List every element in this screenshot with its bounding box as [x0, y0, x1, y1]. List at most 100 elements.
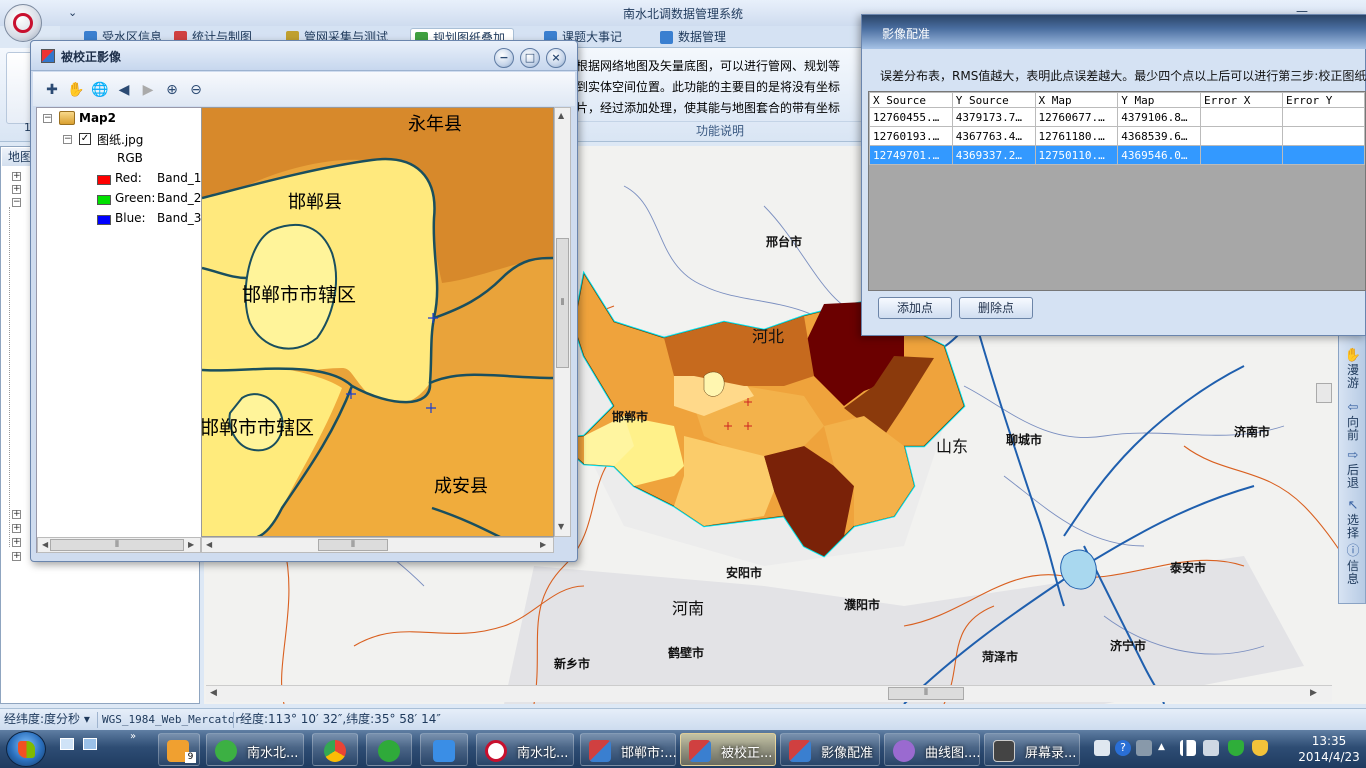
app-logo-icon	[13, 13, 33, 33]
scroll-down-icon[interactable]: ▼	[558, 522, 564, 531]
column-header[interactable]: Error X	[1200, 92, 1283, 108]
restore-button[interactable]: □	[520, 48, 540, 68]
grid-cell	[1200, 126, 1283, 146]
tree-expander[interactable]: +	[12, 538, 21, 547]
window-icon	[41, 49, 55, 63]
table-row-selected[interactable]: 12749701.… 4369337.2… 12750110.… 4369546…	[869, 145, 1365, 165]
scroll-right-icon[interactable]: ▶	[1310, 688, 1317, 698]
pan-tool[interactable]: ✋	[67, 81, 85, 99]
source-image-titlebar[interactable]: 被校正影像 − □ ×	[31, 41, 577, 71]
taskbar-item-app[interactable]: 南水北...	[206, 733, 304, 766]
map-label: 濮阳市	[844, 598, 881, 612]
map-vertical-scroll-thumb[interactable]	[1316, 383, 1332, 403]
coordinate-unit-dropdown[interactable]: 经纬度:度分秒 ▾	[4, 709, 90, 730]
tray-expand-icon[interactable]: ▲	[1158, 742, 1165, 752]
georeference-titlebar[interactable]: 影像配准	[862, 15, 1366, 49]
column-header[interactable]: Y Map	[1117, 92, 1201, 108]
app-menu-button[interactable]	[4, 4, 42, 42]
zoom-out-tool[interactable]: ⊖	[187, 81, 205, 99]
taskbar-item-app-main[interactable]: 南水北...	[476, 733, 574, 766]
taskbar-item-refresh[interactable]	[366, 733, 412, 766]
zoom-in-tool[interactable]: ⊕	[163, 81, 181, 99]
forward-tool[interactable]: ▶	[139, 81, 157, 99]
taskbar-item-paint[interactable]: 9	[158, 733, 200, 766]
grid-cell	[1281, 107, 1365, 127]
forward-tool-button[interactable]: ⇦ 向前	[1343, 401, 1363, 442]
tree-expander[interactable]: +	[12, 185, 21, 194]
tree-expander[interactable]: +	[12, 510, 21, 519]
scroll-right-icon[interactable]: ▶	[540, 540, 546, 549]
delete-point-button[interactable]: 删除点	[959, 297, 1033, 319]
arrow-right-icon: ⇨	[1347, 448, 1359, 463]
show-desktop-icon[interactable]	[60, 738, 74, 750]
scroll-left-icon[interactable]: ◀	[210, 688, 217, 698]
taskbar-item-georeference[interactable]: 影像配准	[780, 733, 880, 766]
tab-data-management[interactable]: 数据管理	[656, 28, 734, 48]
toc-collapse[interactable]: −	[43, 114, 52, 123]
tree-expander[interactable]: +	[12, 524, 21, 533]
arrow-left-icon: ⇦	[1347, 400, 1359, 415]
full-extent-tool[interactable]: 🌐	[91, 81, 109, 99]
table-row[interactable]: 12760455.… 4379173.7… 12760677.… 4379106…	[869, 107, 1365, 127]
scroll-thumb[interactable]: ⦀	[50, 539, 184, 551]
quick-access-chevron-icon[interactable]: ⌄	[68, 6, 77, 19]
scroll-thumb[interactable]: ⦀	[556, 238, 569, 368]
security-icon[interactable]	[1252, 740, 1268, 756]
start-button[interactable]	[6, 731, 46, 767]
toolbar-overflow-icon[interactable]: »	[130, 731, 136, 742]
back-tool[interactable]: ◀	[115, 81, 133, 99]
source-image-canvas[interactable]: 永年县 邯郸县 邯郸市市辖区 邯郸市市辖区 成安县	[201, 107, 554, 537]
keyboard-icon[interactable]	[1094, 740, 1110, 756]
grid-cell	[1200, 107, 1283, 127]
help-icon[interactable]: ?	[1115, 740, 1131, 756]
taskbar-item-chrome[interactable]	[312, 733, 358, 766]
network-icon[interactable]	[1180, 740, 1196, 756]
add-point-button[interactable]: 添加点	[878, 297, 952, 319]
minimize-button[interactable]: −	[494, 48, 514, 68]
grid-header-row: X Source Y Source X Map Y Map Error X Er…	[869, 92, 1365, 108]
column-header[interactable]: X Source	[869, 92, 953, 108]
recorder-icon	[993, 740, 1015, 762]
control-points-grid[interactable]: X Source Y Source X Map Y Map Error X Er…	[868, 91, 1366, 291]
column-header[interactable]: Error Y	[1281, 92, 1365, 108]
column-header[interactable]: Y Source	[951, 92, 1036, 108]
tree-expander[interactable]: −	[12, 198, 21, 207]
map-horizontal-scrollbar[interactable]: ◀ ⦀ ▶	[206, 685, 1332, 702]
switch-window-icon[interactable]	[83, 738, 97, 750]
image-horizontal-scrollbar[interactable]: ◀ ⦀ ▶	[201, 537, 554, 553]
add-point-tool[interactable]: ✚	[43, 81, 61, 99]
map-label: 济南市	[1234, 425, 1271, 439]
scroll-up-icon[interactable]: ▲	[558, 111, 564, 120]
select-tool-button[interactable]: ↖ 选择	[1343, 499, 1363, 540]
green-band-swatch	[97, 195, 111, 205]
scroll-right-icon[interactable]: ▶	[188, 540, 194, 549]
image-vertical-scrollbar[interactable]: ▲ ⦀ ▼	[554, 107, 571, 537]
pan-tool-button[interactable]: ✋ 漫游	[1343, 349, 1363, 390]
scroll-thumb[interactable]: ⦀	[318, 539, 388, 551]
device-icon[interactable]	[1203, 740, 1219, 756]
tool-label: 漫游	[1346, 363, 1359, 390]
taskbar-item-curve-chart[interactable]: 曲线图....	[884, 733, 981, 766]
band-channel: Blue:	[115, 211, 146, 225]
taskbar-item-source-image[interactable]: 被校正...	[680, 733, 776, 766]
layer-visibility-checkbox[interactable]: ✓	[79, 133, 91, 145]
scroll-left-icon[interactable]: ◀	[206, 540, 212, 549]
column-header[interactable]: X Map	[1034, 92, 1119, 108]
info-tool-button[interactable]: ⓘ 信息	[1343, 545, 1363, 586]
tree-expander[interactable]: +	[12, 552, 21, 561]
toc-horizontal-scrollbar[interactable]: ◀ ⦀ ▶	[37, 537, 201, 553]
band-channel: Green:	[115, 191, 156, 205]
tree-expander[interactable]: +	[12, 172, 21, 181]
table-row[interactable]: 12760193.… 4367763.4… 12761180.… 4368539…	[869, 126, 1365, 146]
clock[interactable]: 13:35 2014/4/23	[1296, 733, 1362, 765]
taskbar-item-cloud[interactable]	[420, 733, 468, 766]
scroll-left-icon[interactable]: ◀	[42, 540, 48, 549]
taskbar-item-recorder[interactable]: 屏幕录...	[984, 733, 1080, 766]
shield-icon[interactable]	[1228, 740, 1244, 756]
scroll-thumb[interactable]: ⦀	[888, 687, 964, 700]
toc-collapse[interactable]: −	[63, 135, 72, 144]
taskbar-item-handan[interactable]: 邯郸市:...	[580, 733, 677, 766]
back-tool-button[interactable]: ⇨ 后退	[1343, 449, 1363, 490]
tray-app-icon[interactable]	[1136, 740, 1152, 756]
close-button[interactable]: ×	[546, 48, 566, 68]
